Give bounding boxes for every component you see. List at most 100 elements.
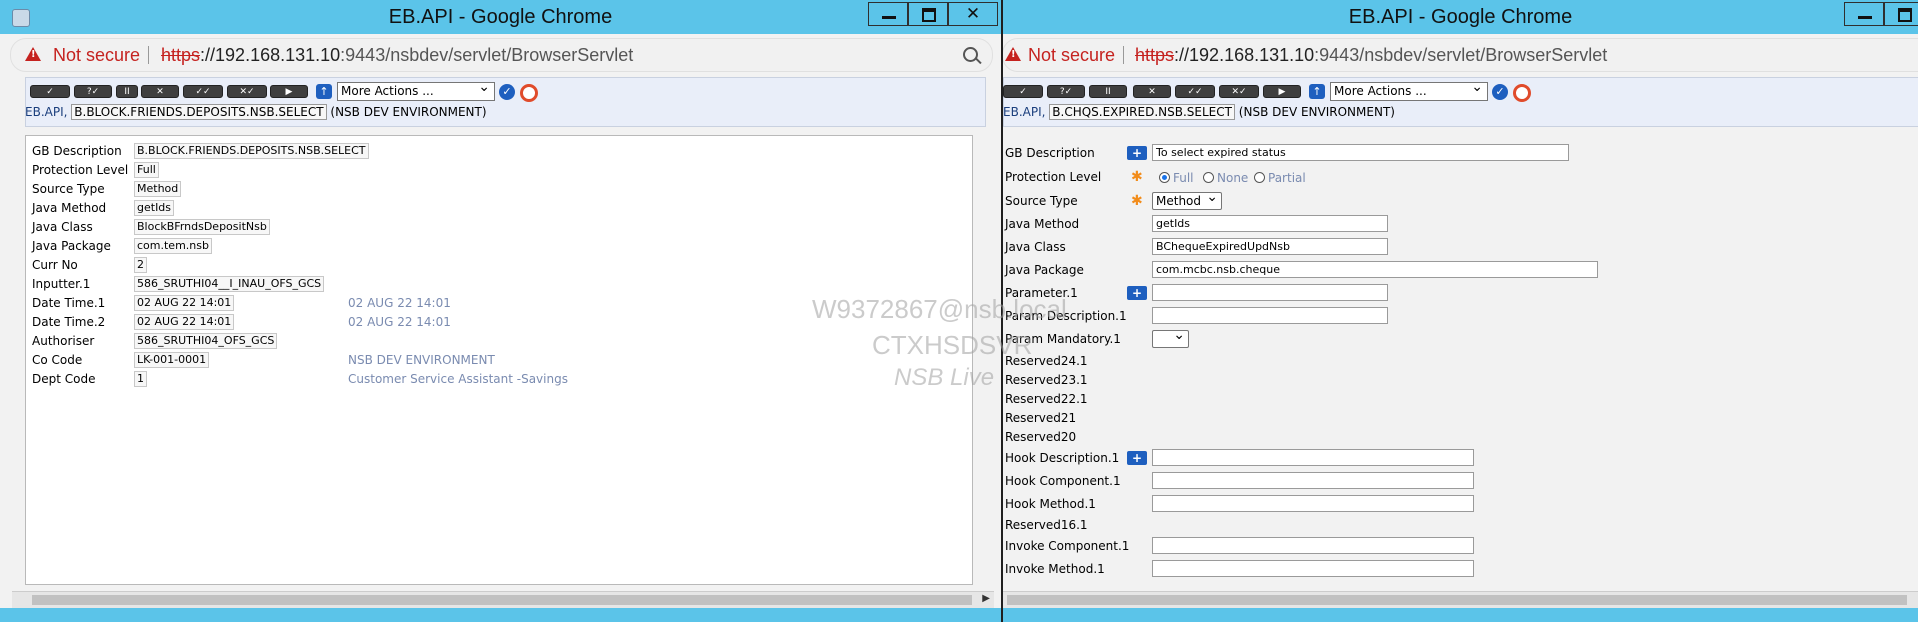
source-type-label: Source Type	[1005, 194, 1078, 208]
required-icon: ✱	[1131, 193, 1143, 209]
java-package-input[interactable]: com.mcbc.nsb.cheque	[1152, 261, 1598, 278]
authorise-button[interactable]: ✓✓	[1175, 85, 1215, 98]
address-bar[interactable]: Not secure https://192.168.131.10:9443/n…	[1003, 38, 1918, 72]
field-value: 586_SRUTHI04__I_INAU_OFS_GCS	[134, 276, 325, 292]
breadcrumb: EB.API, B.BLOCK.FRIENDS.DEPOSITS.NSB.SEL…	[25, 104, 487, 120]
hold-button[interactable]: II	[116, 85, 138, 98]
breadcrumb: EB.API, B.CHQS.EXPIRED.NSB.SELECT (NSB D…	[1003, 104, 1395, 120]
protection-partial-label: Partial	[1268, 171, 1306, 185]
horizontal-scrollbar[interactable]: ▶	[12, 591, 994, 608]
invoke-component-input[interactable]	[1152, 537, 1474, 554]
protection-partial-radio[interactable]	[1254, 172, 1265, 183]
window-title: EB.API - Google Chrome	[388, 6, 613, 28]
protection-level-label: Protection Level	[1005, 170, 1102, 184]
go-icon[interactable]: ✓	[1492, 84, 1508, 100]
validate-button[interactable]: ?✓	[74, 85, 112, 98]
next-button[interactable]: ▶	[270, 85, 308, 98]
field-label: Dept Code	[32, 372, 96, 386]
gb-description-input[interactable]: To select expired status	[1152, 144, 1569, 161]
not-secure-label[interactable]: Not secure	[53, 45, 140, 66]
invoke-method-label: Invoke Method.1	[1005, 562, 1105, 576]
validate-button[interactable]: ?✓	[1047, 85, 1085, 98]
protection-full-radio[interactable]	[1159, 172, 1170, 183]
warning-icon	[1005, 47, 1021, 61]
zoom-icon[interactable]	[963, 47, 978, 62]
field-label: Java Package	[32, 239, 111, 253]
field-value: 02 AUG 22 14:01	[134, 295, 235, 311]
hold-button[interactable]: II	[1089, 85, 1127, 98]
field-label: GB Description	[32, 144, 122, 158]
add-icon[interactable]: +	[1127, 451, 1147, 465]
field-label: Authoriser	[32, 334, 95, 348]
java-class-input[interactable]: BChequeExpiredUpdNsb	[1152, 238, 1388, 255]
hook-method-input[interactable]	[1152, 495, 1474, 512]
horizontal-scrollbar[interactable]	[1003, 591, 1918, 608]
url-text[interactable]: https://192.168.131.10:9443/nsbdev/servl…	[161, 45, 633, 66]
field-value: BlockBFrndsDepositNsb	[134, 219, 270, 235]
commit-button[interactable]: ✓	[30, 85, 70, 98]
field-label: Inputter.1	[32, 277, 91, 291]
more-actions-select[interactable]: More Actions ...	[337, 79, 495, 101]
warning-icon	[25, 47, 41, 61]
field-value: 1	[134, 371, 147, 387]
parameter-input[interactable]	[1152, 284, 1388, 301]
hook-description-input[interactable]	[1152, 449, 1474, 466]
field-label: Protection Level	[32, 163, 129, 177]
minimize-button[interactable]	[1844, 2, 1884, 26]
more-actions-select[interactable]: More Actions ...	[1330, 79, 1488, 101]
protection-none-radio[interactable]	[1203, 172, 1214, 183]
reserved-label: Reserved23.1	[1005, 373, 1088, 387]
maximize-button[interactable]	[1884, 2, 1918, 26]
invoke-method-input[interactable]	[1152, 560, 1474, 577]
help-icon[interactable]	[520, 84, 538, 102]
watermark-host: CTXHSDSVR	[872, 330, 1033, 360]
field-value: B.BLOCK.FRIENDS.DEPOSITS.NSB.SELECT	[134, 143, 369, 159]
go-icon[interactable]: ✓	[499, 84, 515, 100]
field-value: Full	[134, 162, 159, 178]
address-bar[interactable]: Not secure https://192.168.131.10:9443/n…	[10, 38, 993, 72]
reserved-label: Reserved22.1	[1005, 392, 1088, 406]
hook-description-label: Hook Description.1	[1005, 451, 1120, 465]
not-secure-label[interactable]: Not secure	[1028, 45, 1115, 66]
delete-button[interactable]: ✕	[1133, 85, 1171, 98]
add-icon[interactable]: +	[1127, 286, 1147, 300]
scroll-thumb[interactable]	[32, 595, 972, 605]
add-icon[interactable]: +	[1127, 146, 1147, 160]
title-bar[interactable]: EB.API - Google Chrome	[1003, 0, 1918, 34]
java-method-input[interactable]: getIds	[1152, 215, 1388, 232]
java-method-label: Java Method	[1005, 217, 1080, 231]
field-value: LK-001-0001	[134, 352, 210, 368]
help-icon[interactable]	[1513, 84, 1531, 102]
authorise-button[interactable]: ✓✓	[183, 85, 223, 98]
minimize-button[interactable]	[868, 2, 908, 26]
gb-description-label: GB Description	[1005, 146, 1095, 160]
upload-icon[interactable]: ↑	[316, 84, 332, 99]
field-label: Curr No	[32, 258, 78, 272]
reverse-button[interactable]: ✕✓	[227, 85, 267, 98]
watermark-user: W9372867@nsb.local	[812, 294, 1067, 324]
window-title: EB.API - Google Chrome	[1348, 6, 1573, 28]
next-button[interactable]: ▶	[1263, 85, 1301, 98]
url-text[interactable]: https://192.168.131.10:9443/nsbdev/servl…	[1135, 45, 1607, 66]
java-package-label: Java Package	[1005, 263, 1084, 277]
scroll-thumb[interactable]	[1007, 595, 1907, 605]
reserved-label: Reserved20	[1005, 430, 1077, 444]
source-type-select[interactable]: Method	[1152, 189, 1222, 210]
scroll-right-icon[interactable]: ▶	[982, 593, 990, 604]
commit-button[interactable]: ✓	[1003, 85, 1043, 98]
hook-component-input[interactable]	[1152, 472, 1474, 489]
param-mandatory-select[interactable]	[1152, 327, 1189, 348]
close-button[interactable]	[948, 2, 998, 26]
reverse-button[interactable]: ✕✓	[1219, 85, 1259, 98]
field-value: 586_SRUTHI04_OFS_GCS	[134, 333, 278, 349]
reserved-label: Reserved21	[1005, 411, 1077, 425]
param-description-input[interactable]	[1152, 307, 1388, 324]
upload-icon[interactable]: ↑	[1309, 84, 1325, 99]
reserved-label: Reserved16.1	[1005, 518, 1088, 532]
field-enrichment: NSB DEV ENVIRONMENT	[348, 353, 495, 367]
maximize-button[interactable]	[908, 2, 948, 26]
title-bar[interactable]: EB.API - Google Chrome	[0, 0, 1001, 34]
delete-button[interactable]: ✕	[141, 85, 179, 98]
window-border	[1003, 608, 1918, 622]
field-value: Method	[134, 181, 182, 197]
